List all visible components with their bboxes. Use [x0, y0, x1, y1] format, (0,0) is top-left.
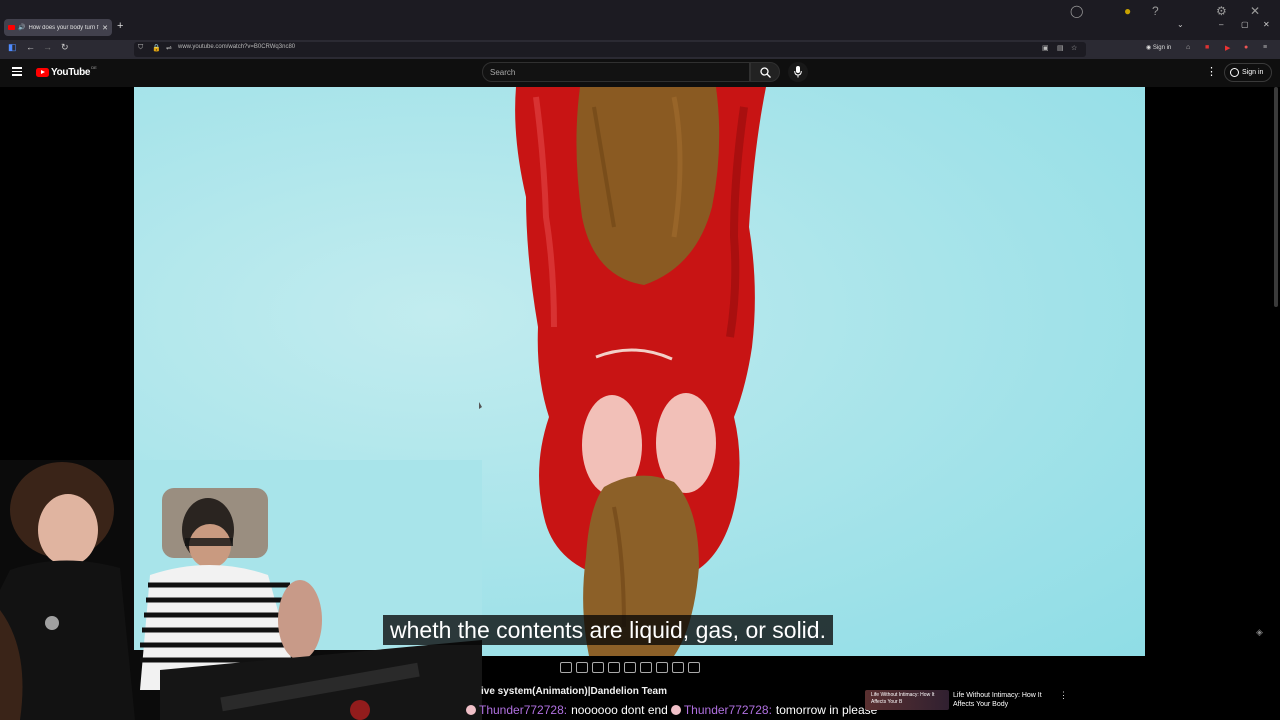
- player-controls: [560, 662, 700, 675]
- tab-close-icon[interactable]: ✕: [102, 24, 108, 32]
- mic-icon: [794, 66, 802, 78]
- search-button[interactable]: [750, 62, 780, 82]
- bookmark-star-icon[interactable]: ☆: [1071, 44, 1077, 52]
- youtube-favicon-icon: [8, 25, 15, 30]
- close-window-icon: ✕: [1250, 4, 1261, 18]
- chat-avatar-icon: [466, 705, 476, 715]
- help-icon: ?: [1152, 4, 1159, 18]
- chat-user: Thunder772728:: [683, 703, 772, 717]
- pip-icon[interactable]: ▣: [1042, 44, 1049, 52]
- tab-list-icon[interactable]: ⌄: [1177, 20, 1184, 29]
- browser-signin-button[interactable]: ◉ Sign in: [1146, 44, 1171, 51]
- extensions-icon[interactable]: ⌂: [1186, 44, 1190, 51]
- signin-label: Sign in: [1242, 69, 1264, 76]
- recommended-thumbnail[interactable]: Life Without Intimacy: How It Affects Yo…: [865, 690, 949, 710]
- page-scrollbar[interactable]: [1274, 87, 1278, 307]
- voice-search-button[interactable]: [788, 62, 808, 82]
- minimize-button[interactable]: –: [1219, 20, 1223, 29]
- recommended-kebab-icon[interactable]: ⋮: [1059, 690, 1068, 701]
- extension-icon-3[interactable]: ●: [1244, 44, 1248, 51]
- forward-icon[interactable]: →: [43, 42, 52, 52]
- settings-icon[interactable]: [688, 662, 700, 673]
- clip-icon[interactable]: [656, 662, 668, 673]
- kebab-icon[interactable]: ⋮: [1206, 65, 1217, 78]
- lock-icon[interactable]: 🔒: [152, 44, 161, 52]
- recommended-video[interactable]: Life Without Intimacy: How It Affects Yo…: [865, 690, 1053, 710]
- signin-button[interactable]: Sign in: [1224, 63, 1272, 82]
- tab-title: How does your body turn f: [28, 24, 99, 31]
- reload-icon[interactable]: ↻: [61, 42, 69, 53]
- webcam-overlay: [0, 460, 482, 720]
- speaker-icon[interactable]: 🔊: [18, 24, 25, 31]
- video-caption: wheth the contents are liquid, gas, or s…: [383, 615, 833, 645]
- chapters-icon[interactable]: [608, 662, 620, 673]
- youtube-play-icon: [36, 68, 49, 77]
- profile-icon: ◯: [1070, 4, 1084, 18]
- browser-tab-bar: ◯ ● ? ⚙ ✕ 🔊 How does your body turn f ✕ …: [0, 0, 1280, 40]
- permissions-icon[interactable]: ⇌: [166, 44, 172, 52]
- reader-icon[interactable]: ▤: [1057, 44, 1064, 52]
- speed-icon[interactable]: [640, 662, 652, 673]
- chat-message: noooooo dont end: [571, 703, 668, 717]
- logo-text: YouTube: [51, 67, 91, 78]
- extension-icon-2[interactable]: ▶: [1225, 44, 1230, 52]
- back-icon[interactable]: ←: [26, 42, 35, 52]
- browser-nav-bar: ◧ ← → ↻ ⛉ 🔒 ⇌ www.youtube.com/watch?v=B0…: [0, 40, 1280, 59]
- hamburger-menu-icon[interactable]: [12, 67, 22, 76]
- close-button[interactable]: ✕: [1263, 20, 1270, 29]
- new-tab-button[interactable]: +: [117, 20, 123, 32]
- screenshot-icon[interactable]: [672, 662, 684, 673]
- webcam-feed: [0, 460, 482, 720]
- theater-icon[interactable]: [624, 662, 636, 673]
- sidebar-icon[interactable]: ◧: [8, 42, 17, 53]
- maximize-button[interactable]: ▢: [1241, 20, 1249, 29]
- subtitles-icon[interactable]: [592, 662, 604, 673]
- search-placeholder: Search: [490, 68, 516, 77]
- youtube-header: YouTube DE Search ⋮ Sign in: [0, 59, 1280, 87]
- search-input[interactable]: Search: [482, 62, 750, 82]
- settings-icon: ⚙: [1216, 4, 1227, 18]
- search-icon: [760, 67, 771, 78]
- sun-icon: ●: [1124, 4, 1132, 18]
- tab-youtube[interactable]: 🔊 How does your body turn f ✕: [4, 19, 112, 36]
- menu-icon[interactable]: ≡: [1263, 44, 1267, 51]
- chat-user: Thunder772728:: [479, 703, 568, 717]
- video-title: ive system(Animation)|Dandelion Team: [481, 686, 667, 697]
- chat-avatar-icon: [670, 705, 681, 715]
- extension-icon-1[interactable]: ■: [1205, 44, 1209, 51]
- shield-icon[interactable]: ⛉: [138, 44, 143, 52]
- recommended-title[interactable]: Life Without Intimacy: How It Affects Yo…: [953, 691, 1053, 709]
- logo-region: DE: [91, 65, 97, 70]
- loop-icon[interactable]: [560, 662, 572, 673]
- youtube-logo[interactable]: YouTube DE: [36, 65, 97, 78]
- url-text: www.youtube.com/watch?v=B0CRWq3nc80: [178, 44, 296, 50]
- audio-icon[interactable]: [576, 662, 588, 673]
- chat-ticker: Thunder772728: noooooo dont end Thunder7…: [463, 703, 877, 717]
- watermark-icon: ◈: [1256, 627, 1263, 637]
- chat-message: tomorrow in please: [775, 703, 878, 717]
- account-icon: [1230, 68, 1239, 77]
